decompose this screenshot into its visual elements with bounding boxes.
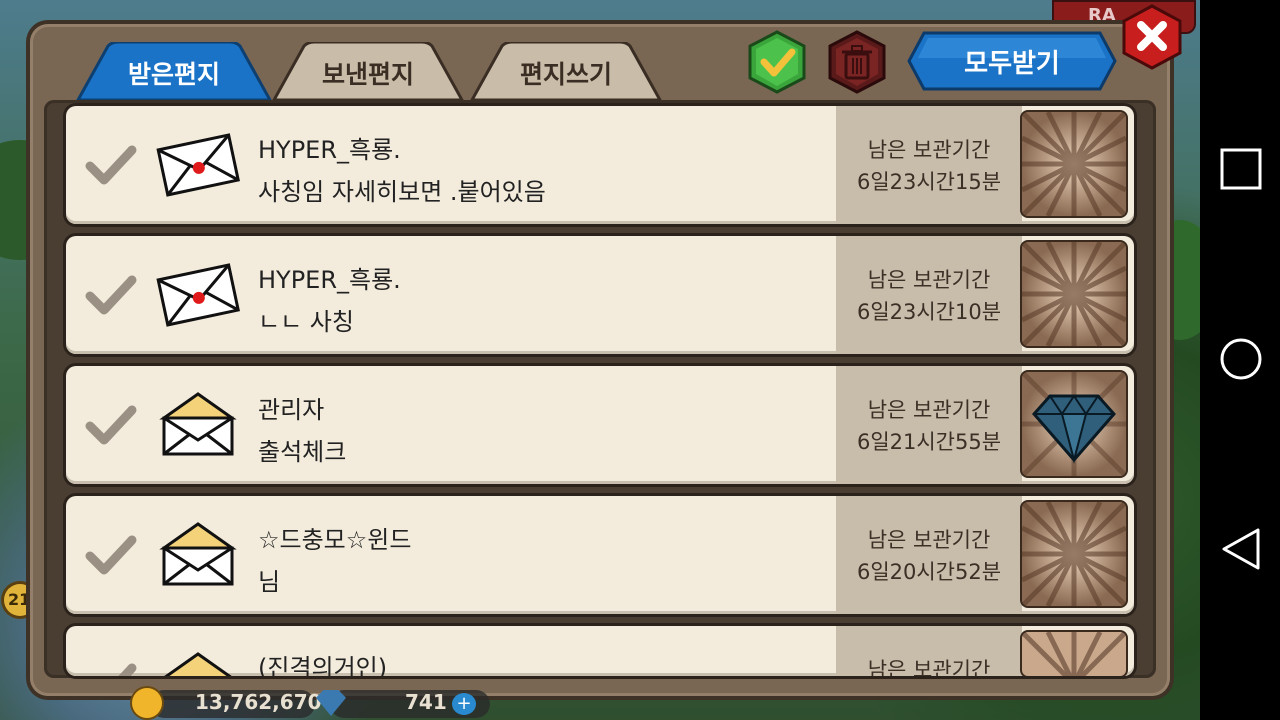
expiry-time: 6일23시간10분 bbox=[856, 300, 1002, 324]
expiry-label: 남은 보관기간 bbox=[867, 138, 991, 162]
row-check-icon[interactable] bbox=[84, 660, 138, 676]
open-envelope-icon bbox=[164, 652, 232, 676]
empty-reward-icon bbox=[1022, 502, 1126, 606]
mail-message: ㄴㄴ 사칭 bbox=[258, 308, 354, 336]
gold-coin-icon bbox=[132, 688, 162, 718]
expiry-label: 남은 보관기간 bbox=[867, 268, 991, 292]
mail-expiry: 남은 보관기간 6일23시간15분 bbox=[836, 106, 1022, 224]
diamond-icon bbox=[1022, 372, 1126, 476]
expiry-time: 6일21시간55분 bbox=[856, 430, 1002, 454]
mail-sender: 관리자 bbox=[258, 396, 325, 424]
recent-apps-icon[interactable] bbox=[1220, 148, 1262, 190]
mail-expiry: 남은 보관기간 6일20시간52분 bbox=[836, 496, 1022, 614]
row-check-icon[interactable] bbox=[84, 402, 138, 448]
reward-slot[interactable] bbox=[1022, 112, 1126, 216]
level-value: 21 bbox=[8, 590, 31, 609]
tab-write[interactable]: 편지쓰기 bbox=[468, 42, 664, 100]
back-icon[interactable] bbox=[1220, 528, 1262, 570]
reward-slot[interactable] bbox=[1022, 502, 1126, 606]
sealed-envelope-icon bbox=[156, 263, 240, 327]
expiry-time: 6일20시간52분 bbox=[856, 560, 1002, 584]
mail-sender: ☆드충모☆윈드 bbox=[258, 526, 412, 554]
row-check-icon[interactable] bbox=[84, 142, 138, 188]
close-icon bbox=[1122, 4, 1182, 70]
receive-all-button[interactable]: 모두받기 bbox=[906, 30, 1118, 92]
mail-expiry: 남은 보관기간 bbox=[836, 626, 1022, 676]
mail-row[interactable]: HYPER_흑룡. ㄴㄴ 사칭 남은 보관기간 6일23시간10분 bbox=[66, 236, 1134, 354]
receive-all-label: 모두받기 bbox=[964, 49, 1060, 79]
mail-message: 사칭임 자세히보면 .붙어있음 bbox=[258, 178, 546, 206]
mail-row[interactable]: HYPER_흑룡. 사칭임 자세히보면 .붙어있음 남은 보관기간 6일23시간… bbox=[66, 106, 1134, 224]
tab-sent-label: 보낸편지 bbox=[321, 60, 414, 89]
reward-slot[interactable] bbox=[1022, 632, 1126, 676]
reward-slot[interactable] bbox=[1022, 372, 1126, 476]
mail-sender: HYPER_흑룡. bbox=[258, 136, 401, 164]
close-button[interactable] bbox=[1120, 4, 1184, 70]
game-screen: RA 21 받은편지 보낸편지 편지쓰기 모두받기 HYPER_흑룡. 사칭임 … bbox=[0, 0, 1200, 720]
expiry-label: 남은 보관기간 bbox=[867, 658, 991, 676]
expiry-time: 6일23시간15분 bbox=[856, 170, 1002, 194]
expiry-label: 남은 보관기간 bbox=[867, 528, 991, 552]
open-envelope-icon bbox=[159, 522, 237, 586]
tab-inbox[interactable]: 받은편지 bbox=[74, 42, 274, 100]
delete-button[interactable] bbox=[826, 30, 888, 94]
select-all-button[interactable] bbox=[746, 30, 808, 94]
mail-row[interactable]: 관리자 출석체크 남은 보관기간 6일21시간55분 bbox=[66, 366, 1134, 484]
gold-value: 13,762,670 bbox=[195, 690, 322, 714]
sealed-envelope-icon bbox=[156, 133, 240, 197]
expiry-label: 남은 보관기간 bbox=[867, 398, 991, 422]
tab-inbox-label: 받은편지 bbox=[127, 60, 220, 89]
row-check-icon[interactable] bbox=[84, 532, 138, 578]
tab-sent[interactable]: 보낸편지 bbox=[270, 42, 466, 100]
android-nav-bar bbox=[1200, 0, 1280, 720]
mail-sender: HYPER_흑룡. bbox=[258, 266, 401, 294]
empty-reward-icon bbox=[1022, 242, 1126, 346]
mail-expiry: 남은 보관기간 6일21시간55분 bbox=[836, 366, 1022, 484]
open-envelope-icon bbox=[159, 392, 237, 456]
row-check-icon[interactable] bbox=[84, 272, 138, 318]
trash-icon bbox=[828, 30, 886, 94]
mail-message: 님 bbox=[258, 568, 281, 596]
top-banner-text: RA bbox=[1088, 5, 1116, 26]
mail-row[interactable]: ☆드충모☆윈드 님 남은 보관기간 6일20시간52분 bbox=[66, 496, 1134, 614]
mail-sender: (진격의거인) bbox=[258, 654, 388, 676]
mail-row[interactable]: (진격의거인) 남은 보관기간 bbox=[66, 626, 1134, 676]
empty-reward-icon bbox=[1022, 112, 1126, 216]
mail-expiry: 남은 보관기간 6일23시간10분 bbox=[836, 236, 1022, 354]
home-icon[interactable] bbox=[1220, 338, 1262, 380]
add-gems-button[interactable]: + bbox=[452, 693, 476, 715]
mail-message: 출석체크 bbox=[258, 438, 347, 466]
gem-value: 741 bbox=[405, 690, 447, 714]
empty-reward-icon bbox=[1022, 632, 1126, 676]
reward-slot[interactable] bbox=[1022, 242, 1126, 346]
check-icon bbox=[748, 30, 806, 94]
tab-write-label: 편지쓰기 bbox=[519, 60, 612, 89]
